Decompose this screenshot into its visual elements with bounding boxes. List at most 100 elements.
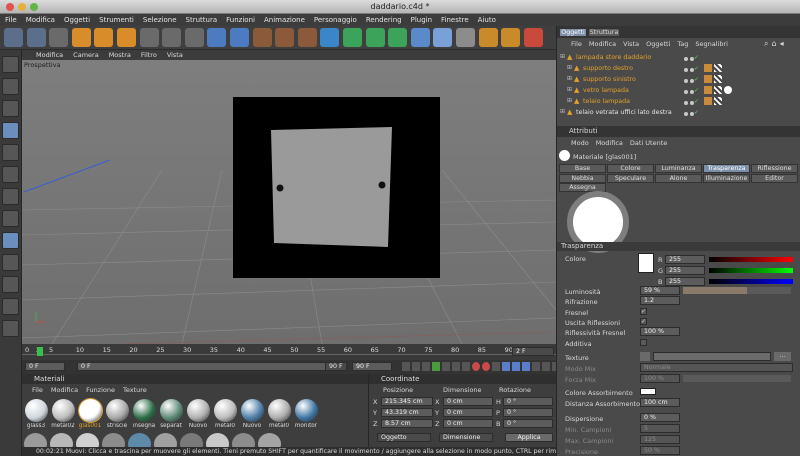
left-tool-8-icon[interactable] [2,210,19,227]
object-row[interactable]: ⊞ ▲ vetro lampada ✓ [557,85,800,96]
coord-size-select[interactable]: Dimensione [439,433,493,442]
channel-g-field[interactable]: 255 [665,266,705,275]
min-samples-field[interactable]: 5 [640,424,680,433]
objects-menu-segnalibri[interactable]: Segnalibri [695,40,728,48]
left-tool-1-icon[interactable] [2,56,19,73]
left-tool-3-icon[interactable] [2,100,19,117]
expand-toggle-icon[interactable]: ⊞ [560,53,565,60]
param-uscita-riflessioni-checkbox[interactable]: ✓ [640,317,647,325]
precision-field[interactable]: 50 % [640,446,680,455]
expand-toggle-icon[interactable]: ⊞ [567,75,572,82]
material-swatch-5[interactable] [133,399,156,422]
coord-rot-b-field[interactable]: 0 ° [503,419,553,428]
current-frame-field[interactable]: 2 F [512,347,554,356]
texture-tag-icon[interactable] [714,75,722,83]
redo-icon[interactable] [26,28,46,47]
object-name[interactable]: telaio lampada [583,98,630,105]
home-icon[interactable]: ⌂ [771,39,776,49]
coord-mode-select[interactable]: Oggetto [377,433,431,442]
absorb-distance-field[interactable]: 100 cm [640,398,680,407]
go-end-icon[interactable] [462,362,470,371]
scale-icon[interactable] [94,28,114,47]
param-luminosit--field[interactable]: 59 % [640,286,680,295]
world-coord-icon[interactable] [230,28,249,47]
param-rifrazione-field[interactable]: 1.2 [640,296,680,306]
material-label-7[interactable]: Nuovo [186,423,210,429]
tag-icon[interactable] [704,97,712,105]
texture-slot[interactable] [653,352,771,361]
undo-icon[interactable] [4,28,23,47]
coord-rot-h-field[interactable]: 0 ° [503,397,553,406]
deformer-icon[interactable] [388,28,408,47]
material-label-11[interactable]: monitor [294,423,318,429]
apply-button[interactable]: Applica [505,433,553,442]
expand-toggle-icon[interactable]: ⊞ [567,64,572,71]
viewport-menu-camera[interactable]: Camera [73,51,99,59]
nurbs-icon[interactable] [343,28,362,47]
start-frame-field[interactable]: 0 F [25,362,65,371]
objects-menu-file[interactable]: File [571,40,582,48]
hair-icon[interactable] [478,28,498,47]
x-axis-icon[interactable] [162,28,182,47]
mograph-icon[interactable] [501,28,521,47]
material-label-4[interactable]: striscie [105,423,129,429]
object-row[interactable]: ⊞ ▲ lampada store daddario ✓ [557,52,800,63]
editor-visibility-dot[interactable] [684,90,688,94]
tab-base[interactable]: Base [559,164,606,173]
object-row[interactable]: ⊞ ▲ telaio vetrata uffici lato destra ✓ [557,107,800,118]
left-tool-11-icon[interactable] [2,276,19,293]
coord-size-x-field[interactable]: 0 cm [443,397,493,406]
expand-toggle-icon[interactable]: ⊞ [560,108,565,115]
param-key-icon[interactable] [532,362,540,371]
back-icon[interactable]: ◂ [780,39,784,49]
object-name[interactable]: supporto destro [583,65,633,72]
objects-menu-oggetti[interactable]: Oggetti [646,40,670,48]
search-icon[interactable]: ⌕ [764,39,768,49]
material-label-3[interactable]: glas001 [78,423,102,429]
tab-trasparenza[interactable]: Trasparenza [703,164,750,173]
tab-nebbia[interactable]: Nebbia [559,173,606,183]
tab-oggetti[interactable]: Oggetti [559,28,587,37]
editor-visibility-dot[interactable] [684,57,688,61]
record-icon[interactable] [472,362,480,371]
tab-alone[interactable]: Alone [655,173,702,183]
menu-struttura[interactable]: Struttura [186,16,218,24]
menu-personaggio[interactable]: Personaggio [314,16,357,24]
absorb-color-swatch[interactable] [640,388,656,395]
expand-toggle-icon[interactable]: ⊞ [567,86,572,93]
menu-selezione[interactable]: Selezione [143,16,177,24]
coord-pos-z-field[interactable]: 8.57 cm [381,419,433,428]
menu-animazione[interactable]: Animazione [264,16,305,24]
material-label-10[interactable]: metal0 [267,423,291,429]
object-row[interactable]: ⊞ ▲ telaio lampada ✓ [557,96,800,107]
lamp-glass-panel[interactable] [271,127,392,247]
tab-luminanza[interactable]: Luminanza [655,164,702,173]
menu-funzioni[interactable]: Funzioni [226,16,255,24]
menu-finestre[interactable]: Finestre [441,16,469,24]
dispersion-field[interactable]: 0 % [640,413,680,422]
viewport-menu-vista[interactable]: Vista [167,51,183,59]
prev-frame-icon[interactable] [422,362,430,371]
material-swatch-9[interactable] [241,399,264,422]
materials-menu-funzione[interactable]: Funzione [86,386,115,394]
coord-pos-y-field[interactable]: 43.319 cm [381,408,433,417]
max-samples-field[interactable]: 125 [640,435,680,444]
tag-icon[interactable] [704,64,712,72]
editor-visibility-dot[interactable] [684,112,688,116]
expand-toggle-icon[interactable]: ⊞ [567,97,572,104]
object-row[interactable]: ⊞ ▲ supporto sinistro ✓ [557,74,800,85]
editor-visibility-dot[interactable] [684,101,688,105]
material-tag-icon[interactable] [724,86,732,94]
position-key-icon[interactable] [502,362,510,371]
material-label-8[interactable]: metal0 [213,423,237,429]
menu-rendering[interactable]: Rendering [366,16,402,24]
channel-r-slider[interactable] [709,257,793,262]
render-settings-icon[interactable] [297,28,317,47]
keyframe-selection-icon[interactable] [492,362,500,371]
y-axis-icon[interactable] [184,28,204,47]
coord-pos-x-field[interactable]: 215.345 cm [381,397,433,406]
objects-menu-vista[interactable]: Vista [623,40,639,48]
coord-rot-p-field[interactable]: 0 ° [503,408,553,417]
timeline-playhead[interactable] [37,347,43,356]
material-swatch-11[interactable] [295,399,318,422]
